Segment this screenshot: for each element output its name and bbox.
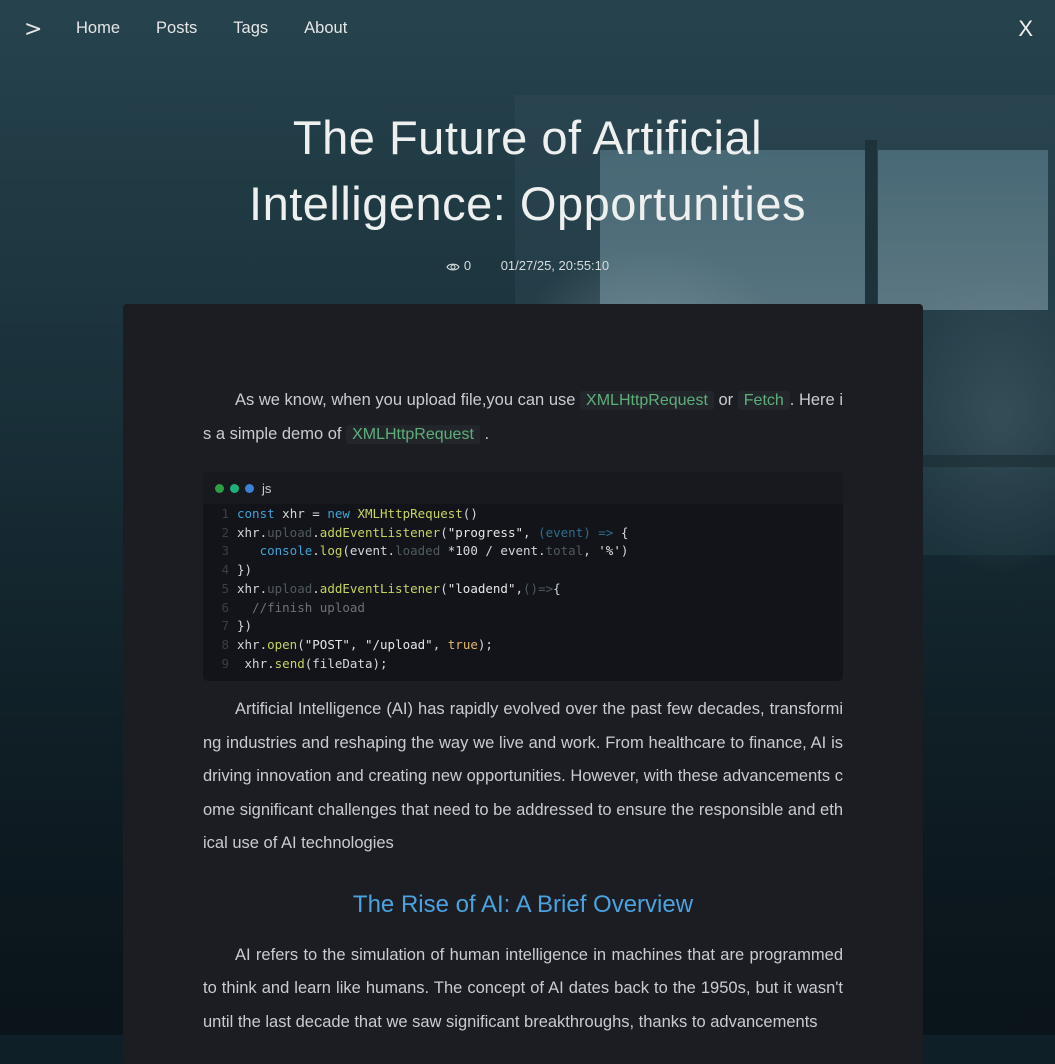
window-dot-icon [230,483,239,493]
top-nav: > Home Posts Tags About X [0,0,1055,60]
code-line: xhr.upload.addEventListener("progress", … [237,524,629,540]
nav-link-posts[interactable]: Posts [156,19,197,38]
code-line: console.log(event.loaded *100 / event.to… [259,543,629,559]
nav-link-about[interactable]: About [304,19,347,38]
code-line: }) [237,618,253,634]
intro-text: . [479,424,490,443]
close-icon[interactable]: X [1018,16,1033,42]
window-dot-icon [245,483,254,493]
post-meta: 0 01/27/25, 20:55:10 [0,258,1055,275]
post-date: 01/27/25, 20:55:10 [500,258,610,273]
post-header: The Future of Artificial Intelligence: O… [0,105,1055,237]
intro-text: As we know, when you upload file,you can… [235,391,581,409]
intro-text: or [713,391,738,409]
chevron-right-icon[interactable]: > [24,16,42,44]
body-paragraph: AI refers to the simulation of human int… [203,945,843,1031]
code-line: }) [237,562,253,578]
window-dot-icon [215,483,224,493]
code-body: 123456789 const xhr = new XMLHttpRequest… [203,504,843,681]
article-content: As we know, when you upload file,you can… [203,384,843,1039]
code-line: xhr.open("POST", "/upload", true); [237,636,493,652]
body-paragraph: Artificial Intelligence (AI) has rapidly… [203,700,843,853]
line-numbers: 123456789 [221,506,229,671]
intro-paragraph: As we know, when you upload file,you can… [203,384,843,451]
inline-code: Fetch [737,391,790,410]
article-card: As we know, when you upload file,you can… [123,304,923,1064]
code-line: const xhr = new XMLHttpRequest() [237,506,478,521]
nav-link-home[interactable]: Home [76,19,120,38]
code-block-header: js [203,472,843,504]
view-count: 0 [446,258,475,273]
code-block: js 123456789 const xhr = new XMLHttpRequ… [203,472,843,682]
inline-code: XMLHttpRequest [580,391,714,410]
nav-links: Home Posts Tags About [76,19,383,38]
code-line: xhr.upload.addEventListener("loadend",()… [237,580,561,596]
view-count-value: 0 [463,258,472,273]
nav-link-tags[interactable]: Tags [233,19,268,38]
eye-icon [446,260,460,275]
section-heading: The Rise of AI: A Brief Overview [352,890,694,918]
code-line: xhr.send(fileData); [237,655,388,671]
code-language: js [262,480,272,496]
code-lines: const xhr = new XMLHttpRequest() xhr.uplo… [237,505,628,673]
inline-code: XMLHttpRequest [346,424,480,444]
code-line: //finish upload [237,599,365,615]
page-title: The Future of Artificial Intelligence: O… [249,111,806,230]
